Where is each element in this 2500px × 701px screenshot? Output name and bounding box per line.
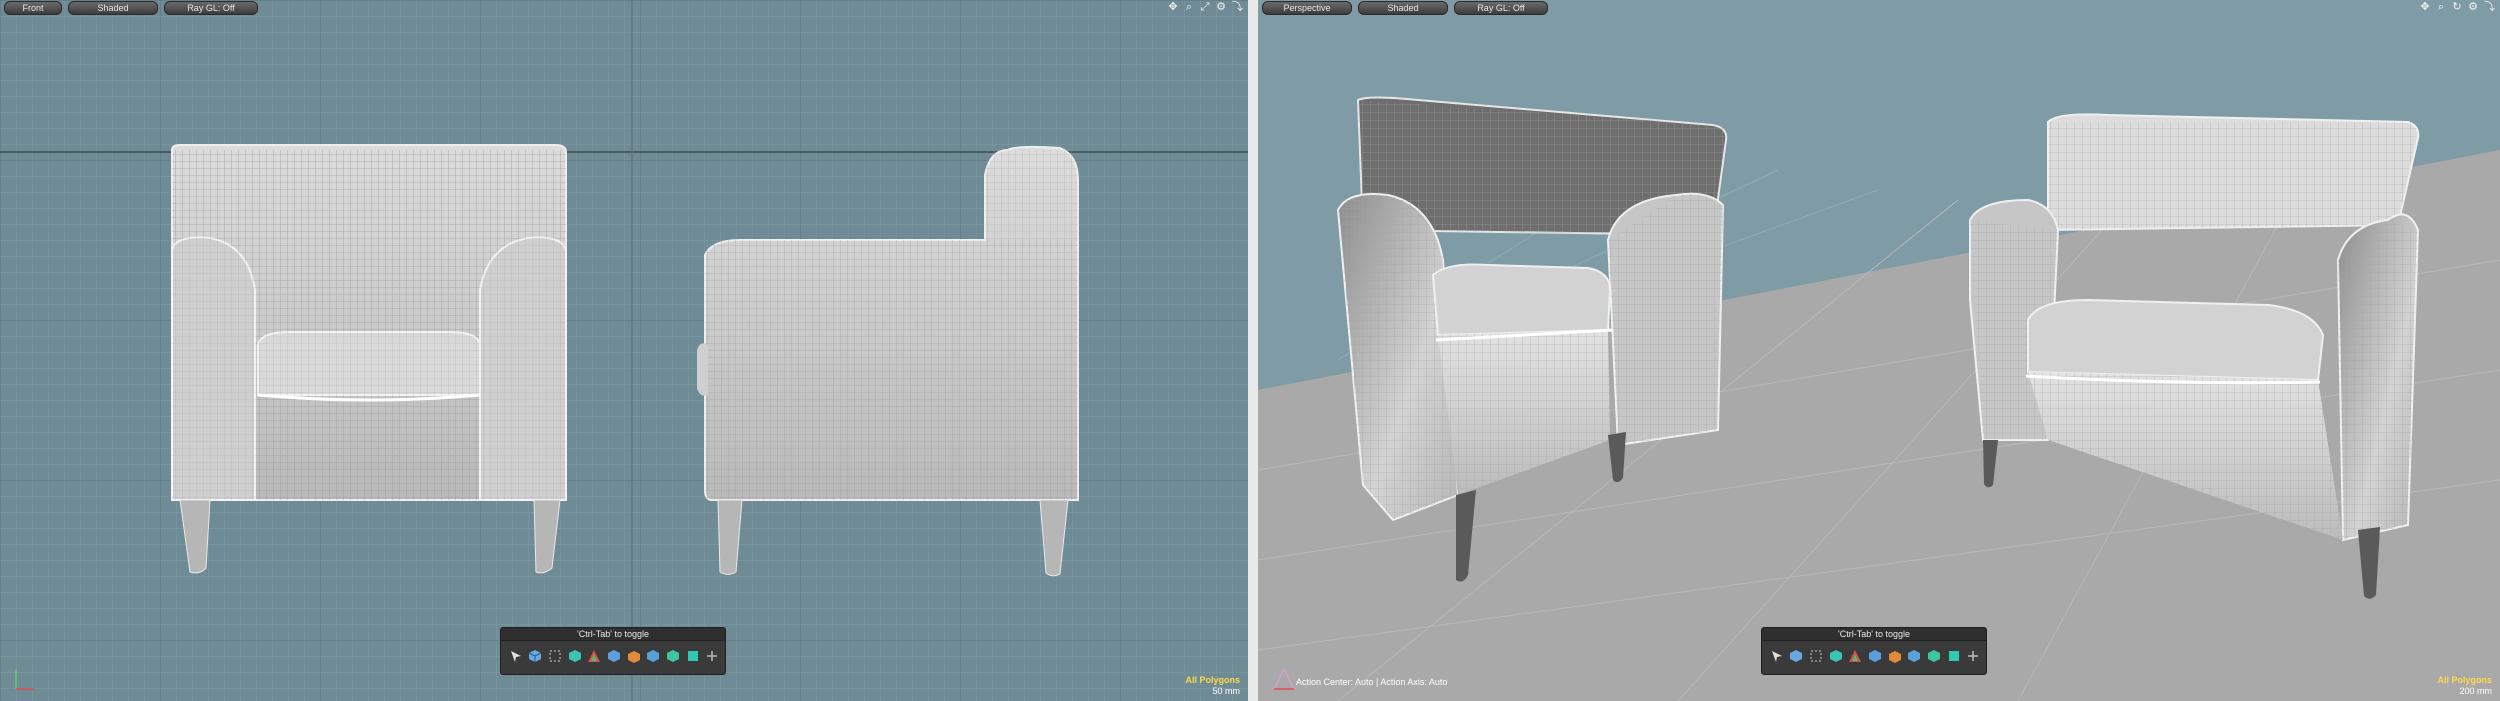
marquee-icon[interactable] [1807, 647, 1825, 665]
grid-scale-label: 50 mm [1212, 686, 1240, 696]
shade-icon[interactable] [644, 647, 662, 665]
cube-icon[interactable] [1925, 647, 1943, 665]
axis-gizmo-icon [1273, 667, 1295, 690]
expand-icon[interactable]: ⤵ [1232, 0, 1243, 14]
transform-icon[interactable] [1847, 647, 1865, 665]
bevel-icon[interactable] [625, 647, 643, 665]
perspective-viewport-canvas[interactable] [1258, 0, 2500, 701]
front-status-readout: All Polygons 50 mm [1185, 675, 1240, 697]
selection-mode-label: All Polygons [1185, 675, 1240, 685]
toolbar-hint: 'Ctrl-Tab' to toggle [1762, 628, 1986, 641]
move-view-icon[interactable]: ✥ [1168, 0, 1178, 14]
action-center-label: Action Center: Auto | Action Axis: Auto [1296, 677, 1448, 687]
perspective-viewport-header: Perspective Shaded Ray GL: Off [1262, 1, 1548, 15]
shading-mode-button[interactable]: Shaded [68, 1, 158, 15]
box-icon[interactable] [566, 647, 584, 665]
stretch-icon[interactable] [605, 647, 623, 665]
zoom-icon[interactable]: ⌕ [2436, 0, 2446, 14]
axis-gizmo-icon [15, 669, 34, 690]
shading-mode-button[interactable]: Shaded [1358, 1, 1448, 15]
expand-icon[interactable]: ⤵ [2484, 0, 2495, 14]
settings-icon[interactable]: ⚙ [2468, 0, 2478, 14]
front-viewport-controls: ✥ ⌕ ⤢ ⚙ ⤵ [1168, 0, 1243, 14]
extrude-icon[interactable] [1945, 647, 1963, 665]
view-type-button[interactable]: Perspective [1262, 1, 1352, 15]
shade-icon[interactable] [1905, 647, 1923, 665]
maximize-icon[interactable]: ⤢ [1200, 0, 1210, 14]
zoom-icon[interactable]: ⌕ [1184, 0, 1194, 14]
move-view-icon[interactable]: ✥ [2420, 0, 2430, 14]
extrude-icon[interactable] [684, 647, 702, 665]
grid-scale-label: 200 mm [2459, 686, 2492, 696]
toolbar-hint: 'Ctrl-Tab' to toggle [501, 628, 725, 641]
perspective-viewport-controls: ✥ ⌕ ↻ ⚙ ⤵ [2420, 0, 2495, 14]
add-icon[interactable] [703, 647, 721, 665]
transform-icon[interactable] [586, 647, 604, 665]
marquee-icon[interactable] [546, 647, 564, 665]
cube-icon[interactable] [527, 647, 545, 665]
selection-mode-label: All Polygons [2437, 675, 2492, 685]
select-icon[interactable] [1768, 647, 1786, 665]
view-type-button[interactable]: Front [4, 1, 62, 15]
perspective-viewport[interactable]: Perspective Shaded Ray GL: Off ✥ ⌕ ↻ ⚙ ⤵… [1258, 0, 2500, 701]
cube-icon[interactable] [664, 647, 682, 665]
ray-gl-button[interactable]: Ray GL: Off [1454, 1, 1548, 15]
settings-icon[interactable]: ⚙ [1216, 0, 1226, 14]
ray-gl-button[interactable]: Ray GL: Off [164, 1, 258, 15]
perspective-tool-palette: 'Ctrl-Tab' to toggle [1761, 627, 1987, 675]
front-viewport-canvas[interactable] [0, 0, 1248, 701]
front-tool-palette: 'Ctrl-Tab' to toggle [500, 627, 726, 675]
rotate-view-icon[interactable]: ↻ [2452, 0, 2462, 14]
stretch-icon[interactable] [1866, 647, 1884, 665]
front-viewport-header: Front Shaded Ray GL: Off [4, 1, 258, 15]
perspective-status-readout: All Polygons 200 mm [2437, 675, 2492, 697]
front-viewport[interactable]: Front Shaded Ray GL: Off ✥ ⌕ ⤢ ⚙ ⤵ 'Ctrl… [0, 0, 1248, 701]
bevel-icon[interactable] [1886, 647, 1904, 665]
add-icon[interactable] [1964, 647, 1982, 665]
select-icon[interactable] [507, 647, 525, 665]
cube-icon[interactable] [1788, 647, 1806, 665]
box-icon[interactable] [1827, 647, 1845, 665]
